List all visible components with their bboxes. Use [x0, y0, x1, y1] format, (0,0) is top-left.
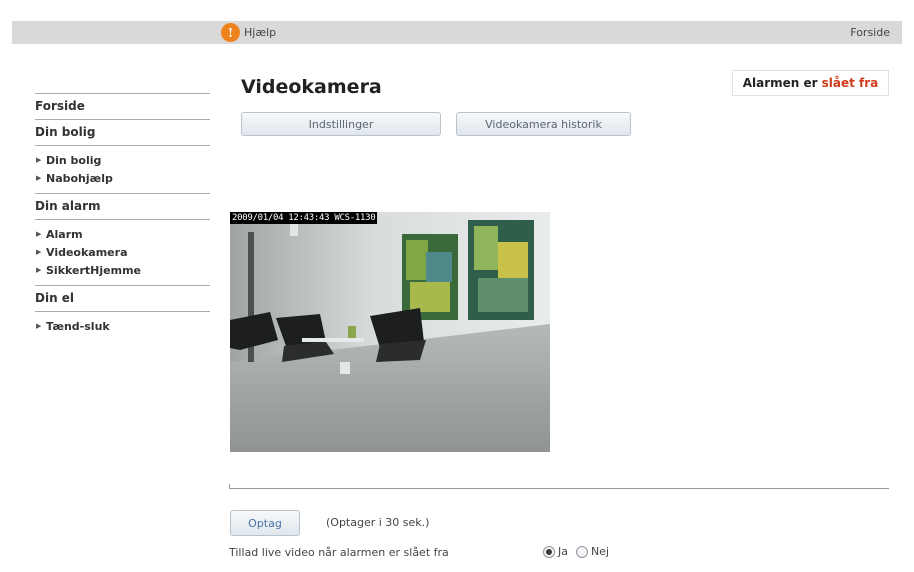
top-bar: ! Hjælp Forside	[12, 21, 902, 44]
sidebar-item-label: Videokamera	[46, 245, 128, 259]
radio-unselected-icon	[576, 545, 588, 558]
caret-right-icon: ▶	[36, 322, 42, 330]
alarm-status-state: slået fra	[821, 76, 879, 90]
record-duration-note: (Optager i 30 sek.)	[326, 516, 430, 529]
info-icon: !	[221, 23, 240, 42]
live-video-radio-group: Ja Nej	[543, 545, 609, 558]
radio-label: Nej	[591, 545, 610, 558]
home-link[interactable]: Forside	[850, 26, 890, 39]
radio-label: Ja	[558, 545, 568, 558]
sidebar-item-label: Din bolig	[46, 153, 102, 167]
sidebar-item-sikkerthjemme[interactable]: ▶ SikkertHjemme	[35, 261, 210, 279]
sidebar-item-label: Alarm	[46, 227, 83, 241]
help-label: Hjælp	[244, 26, 277, 39]
caret-right-icon: ▶	[36, 248, 42, 256]
help-link[interactable]: ! Hjælp	[221, 23, 276, 42]
sidebar-item-taend-sluk[interactable]: ▶ Tænd-sluk	[35, 317, 210, 335]
caret-right-icon: ▶	[36, 230, 42, 238]
alarm-status-prefix: Alarmen er	[742, 76, 818, 90]
live-video-no-radio[interactable]: Nej	[576, 545, 609, 558]
sidebar-section-din-alarm[interactable]: Din alarm	[35, 194, 210, 219]
sidebar-item-alarm[interactable]: ▶ Alarm	[35, 225, 210, 243]
caret-right-icon: ▶	[36, 266, 42, 274]
caret-right-icon: ▶	[36, 174, 42, 182]
sidebar-item-home[interactable]: Forside	[35, 94, 210, 119]
sidebar-item-nabohjaelp[interactable]: ▶ Nabohjælp	[35, 169, 210, 187]
video-timestamp-overlay: 2009/01/04 12:43:43 WCS-1130	[230, 212, 378, 224]
camera-frame-image	[230, 212, 550, 452]
sidebar-item-label: Nabohjælp	[46, 171, 113, 185]
radio-selected-icon	[543, 545, 555, 558]
sidebar-item-videokamera[interactable]: ▶ Videokamera	[35, 243, 210, 261]
divider	[229, 488, 889, 489]
caret-right-icon: ▶	[36, 156, 42, 164]
live-video-label: Tillad live video når alarmen er slået f…	[229, 546, 449, 559]
record-button[interactable]: Optag	[230, 510, 300, 536]
page-title: Videokamera	[241, 76, 382, 98]
sidebar-section-din-el[interactable]: Din el	[35, 286, 210, 311]
sidebar: Forside Din bolig ▶ Din bolig ▶ Nabohjæl…	[35, 93, 210, 341]
sidebar-item-din-bolig[interactable]: ▶ Din bolig	[35, 151, 210, 169]
live-video-yes-radio[interactable]: Ja	[543, 545, 568, 558]
sidebar-section-din-bolig[interactable]: Din bolig	[35, 120, 210, 145]
camera-history-button[interactable]: Videokamera historik	[456, 112, 631, 136]
settings-button[interactable]: Indstillinger	[241, 112, 441, 136]
sidebar-item-label: SikkertHjemme	[46, 263, 141, 277]
alarm-status-badge: Alarmen er slået fra	[732, 70, 889, 96]
sidebar-item-label: Tænd-sluk	[46, 319, 110, 333]
camera-video-feed: 2009/01/04 12:43:43 WCS-1130	[230, 212, 550, 452]
